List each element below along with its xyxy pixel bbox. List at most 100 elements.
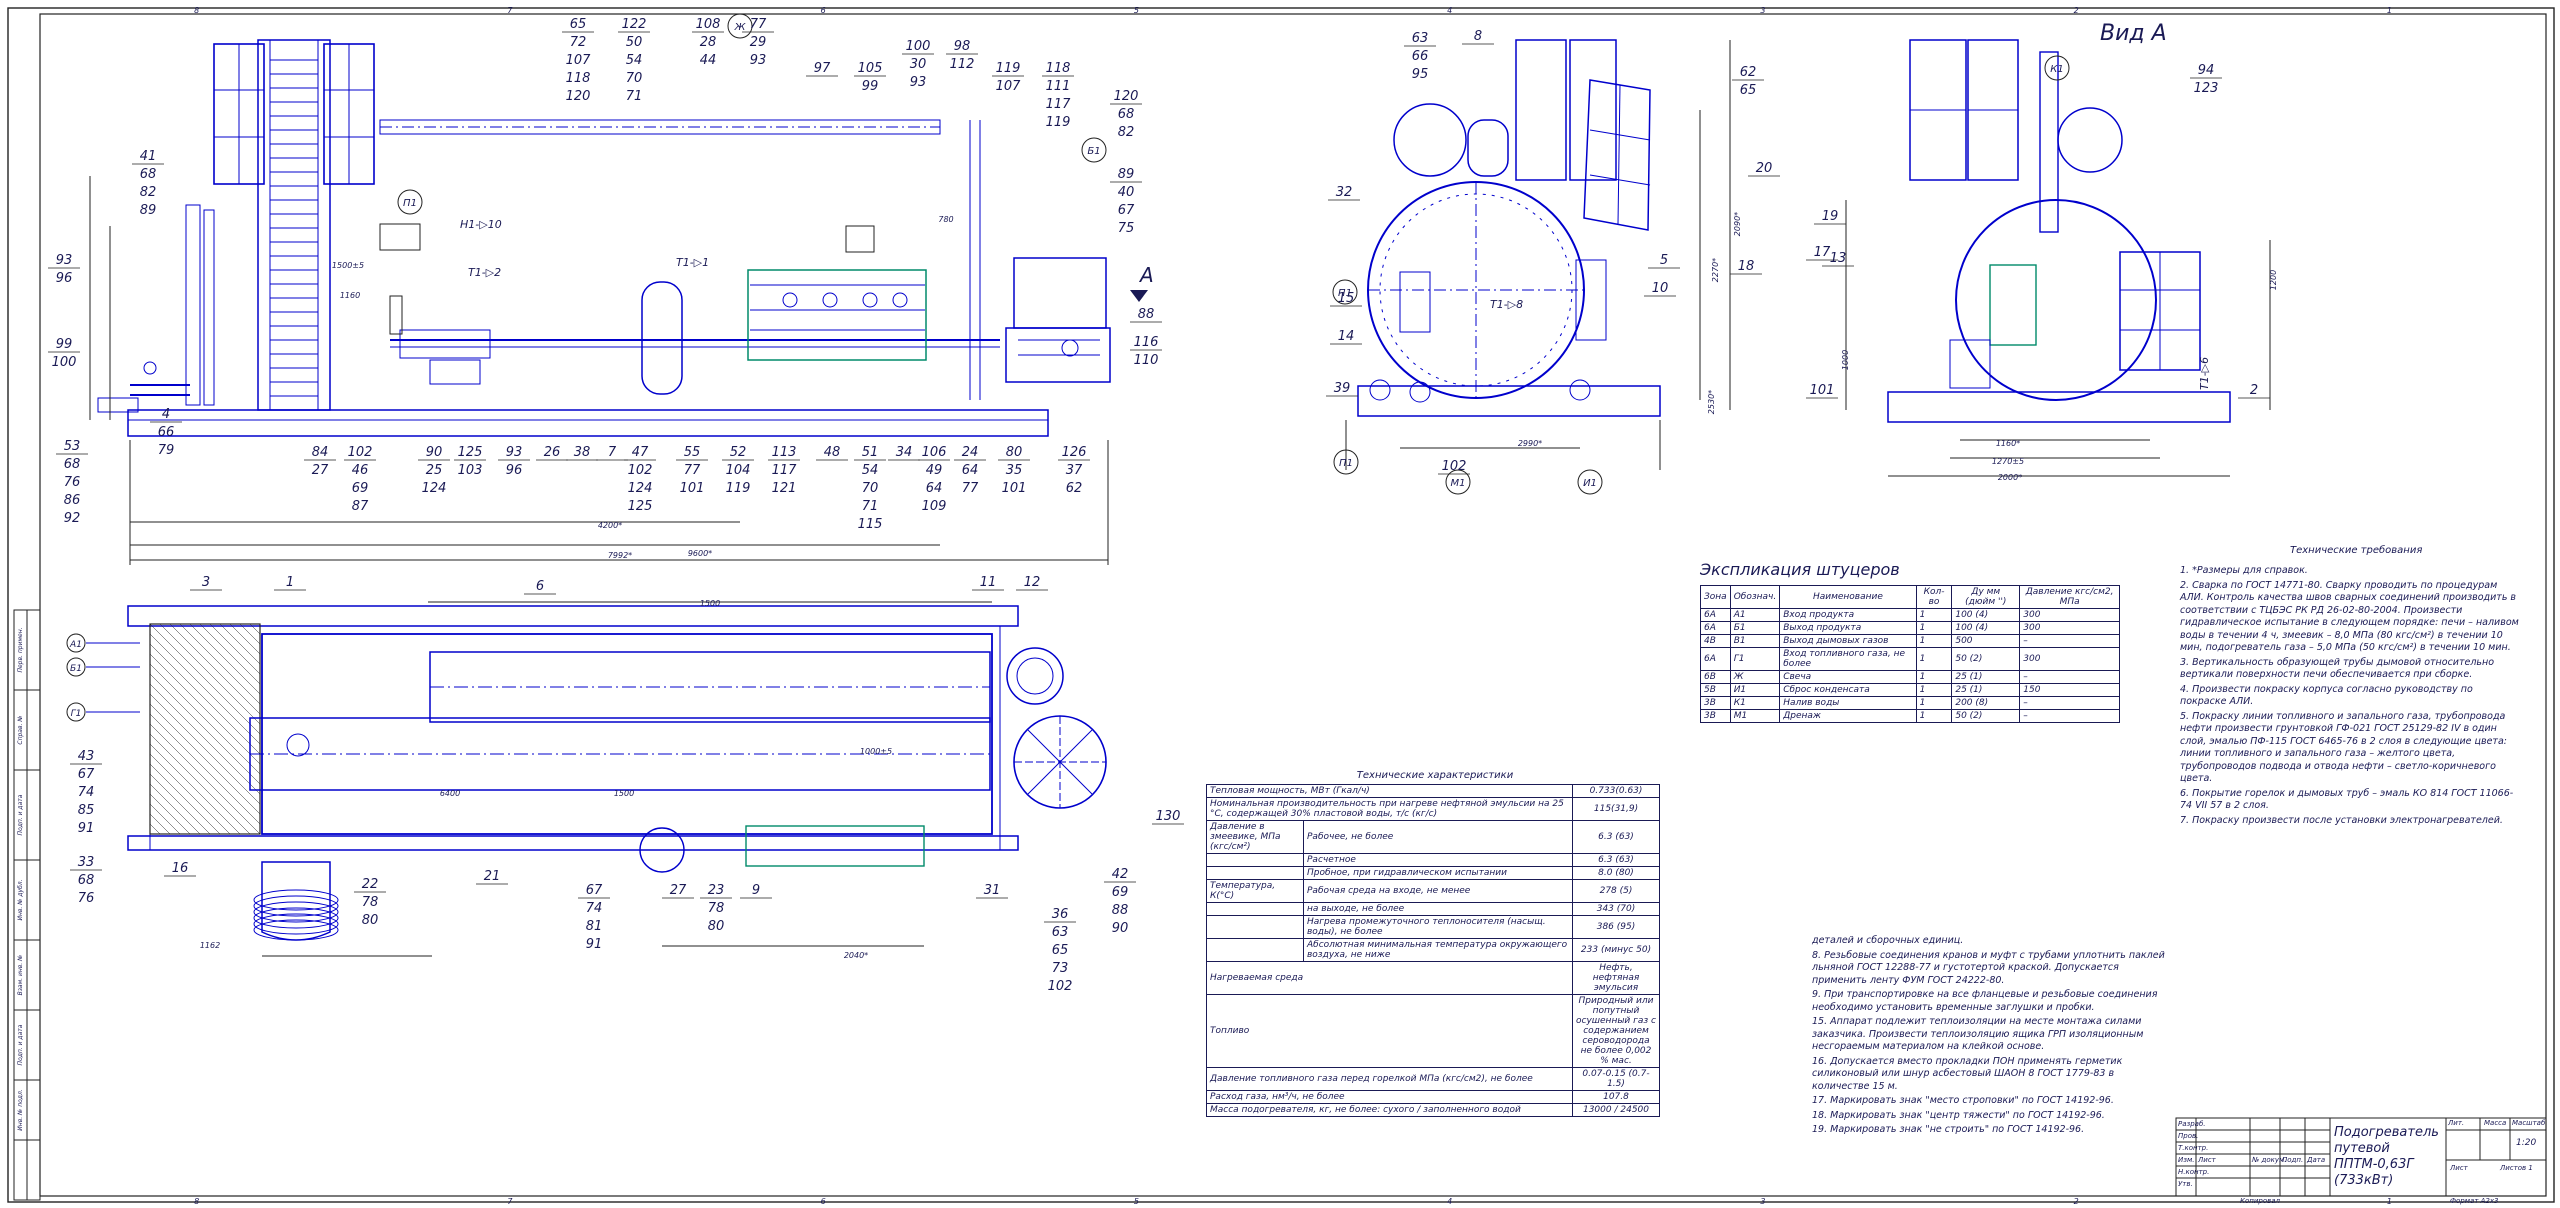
- callout-number: 9: [752, 883, 760, 898]
- callout-number: 74: [586, 901, 603, 916]
- callout-number: 10: [1652, 281, 1669, 296]
- callout-number: 31: [984, 883, 1001, 898]
- nozzle-table: Зона Обознач. Наименование Кол-во Ду мм (дюй…: [1700, 585, 2120, 723]
- callout-number: 93: [56, 253, 73, 268]
- char-table-row: Нагрева промежуточного теплоносителя (на…: [1206, 915, 1660, 939]
- callout-number: 78: [362, 895, 379, 910]
- nozzle-table-cell: Налив воды: [1779, 696, 1917, 710]
- char-value-cell: 386 (95): [1572, 915, 1660, 939]
- char-label-cell: Тепловая мощность, МВт (Гкал/ч): [1206, 784, 1573, 798]
- zone-mark: 6: [821, 6, 826, 15]
- callout-number: 100: [906, 39, 931, 54]
- callout-number: 80: [1006, 445, 1023, 460]
- callout-number: 24: [962, 445, 979, 460]
- zone-mark: 4: [1447, 1197, 1452, 1206]
- callout-number: 4: [162, 407, 170, 422]
- nozzle-table-cell: Свеча: [1779, 670, 1917, 684]
- callout-number: 99: [56, 337, 73, 352]
- nozzle-table-cell: 150: [2019, 683, 2120, 697]
- char-group-cell: [1206, 853, 1304, 867]
- callout-number: 54: [626, 53, 643, 68]
- callout-number: 82: [1118, 125, 1135, 140]
- callout-number: 98: [954, 39, 971, 54]
- callout-number: 67: [586, 883, 603, 898]
- callout-number: 35: [1006, 463, 1023, 478]
- zone-mark: 5: [1134, 1197, 1139, 1206]
- callout-number: 13: [1830, 251, 1847, 266]
- hatch-line: [149, 813, 171, 835]
- nozzle-table-cell: 200 (8): [1951, 696, 2021, 710]
- callout-number: 82: [140, 185, 157, 200]
- callout-number: 77: [962, 481, 979, 496]
- char-label-cell: на выходе, не более: [1303, 902, 1573, 916]
- nozzle-table-header: Наименование: [1779, 585, 1917, 609]
- callout-number: 104: [726, 463, 751, 478]
- callout-number: 39: [1334, 381, 1351, 396]
- nozzle-table-cell: 4В: [1700, 634, 1731, 648]
- callout-number: 91: [78, 821, 95, 836]
- arrow-a-label: А: [1138, 263, 1154, 287]
- callout-number: 90: [1112, 921, 1129, 936]
- char-table-row: Давление в змеевике, МПа (кгс/см²) Рабоче…: [1206, 820, 1660, 854]
- callout-number: 93: [910, 75, 927, 90]
- char-group-cell: Давление в змеевике, МПа (кгс/см²): [1206, 820, 1304, 854]
- tech-req-item: 17. Маркировать знак "место строповки" п…: [1812, 1095, 2114, 1106]
- char-value-cell: 6.3 (63): [1572, 820, 1660, 854]
- callout-number: 125: [628, 499, 653, 514]
- nozzle-label: Б1: [1087, 146, 1100, 157]
- stamp-label: Инв. № подл.: [17, 1089, 24, 1130]
- char-table-row: Абсолютная минимальная температура окруж…: [1206, 938, 1660, 962]
- char-value-cell: 13000 / 24500: [1572, 1103, 1660, 1117]
- scale-value: 1:20: [2516, 1138, 2537, 1148]
- title-block-role: Дата: [2307, 1156, 2326, 1164]
- dimension-label: 1500: [700, 599, 720, 608]
- nozzle-table-cell: 6А: [1700, 647, 1731, 671]
- callout-number: 79: [158, 443, 175, 458]
- callout-number: 99: [862, 79, 879, 94]
- zone-mark: 2: [2074, 6, 2079, 15]
- burner-coils: [253, 889, 339, 941]
- callout-number: 64: [962, 463, 979, 478]
- callout-number: 113: [772, 445, 797, 460]
- callout-number: 36: [1052, 907, 1069, 922]
- callout-number: 111: [1046, 79, 1071, 94]
- sheet-label: Лист: [2450, 1164, 2468, 1172]
- nozzle-table-header: Ду мм (дюйм ''): [1951, 585, 2021, 609]
- flow-label: Т1-▷6: [2198, 357, 2211, 390]
- callout-number: 22: [362, 877, 379, 892]
- callout-number: 64: [926, 481, 943, 496]
- char-table-row: на выходе, не более 343 (70): [1206, 902, 1660, 916]
- callout-number: 120: [566, 89, 591, 104]
- callout-number: 14: [1338, 329, 1355, 344]
- title-block-role: Утв.: [2178, 1180, 2193, 1188]
- callout-number: 92: [64, 511, 81, 526]
- char-table-row: Расход газа, нм³/ч, не более 107.8: [1206, 1090, 1660, 1104]
- callout-number: 67: [78, 767, 95, 782]
- nozzle-table-row: 4В В1 Выход дымовых газов 1 500–: [1700, 634, 2120, 648]
- insulation-hatch: [149, 623, 261, 835]
- tech-req-item: 18. Маркировать знак "центр тяжести" по …: [1812, 1109, 2105, 1121]
- callout-number: 102: [628, 463, 653, 478]
- callout-number: 89: [1118, 167, 1135, 182]
- callout-number: 3: [202, 575, 210, 590]
- tech-req-item: 16. Допускается вместо прокладки ПОН при…: [1812, 1055, 2123, 1092]
- callout-number: 68: [1118, 107, 1135, 122]
- callout-number: 121: [772, 481, 797, 496]
- callout-number: 71: [862, 499, 879, 514]
- callout-number: 66: [1412, 49, 1429, 64]
- callout-number: 78: [708, 901, 725, 916]
- nozzle-table-row: 6В Ж Свеча 1 25 (1) –: [1700, 670, 2120, 684]
- callout-number: 15: [1338, 291, 1355, 306]
- nozzle-table-cell: 6А: [1700, 621, 1731, 635]
- hatch-line: [169, 623, 261, 715]
- nozzle-table-cell: 6В: [1700, 670, 1731, 684]
- nozzle-table-cell: 1: [1915, 683, 1953, 697]
- nozzle-table-cell: А1: [1729, 608, 1781, 622]
- callout-number: 2: [2250, 383, 2258, 398]
- callout-number: 112: [950, 57, 975, 72]
- callout-number: 105: [858, 61, 883, 76]
- dimension-label: 1000: [1841, 350, 1850, 370]
- callout-number: 100: [52, 355, 77, 370]
- callout-number: 76: [64, 475, 81, 490]
- char-label-cell: Нагреваемая среда: [1206, 961, 1573, 995]
